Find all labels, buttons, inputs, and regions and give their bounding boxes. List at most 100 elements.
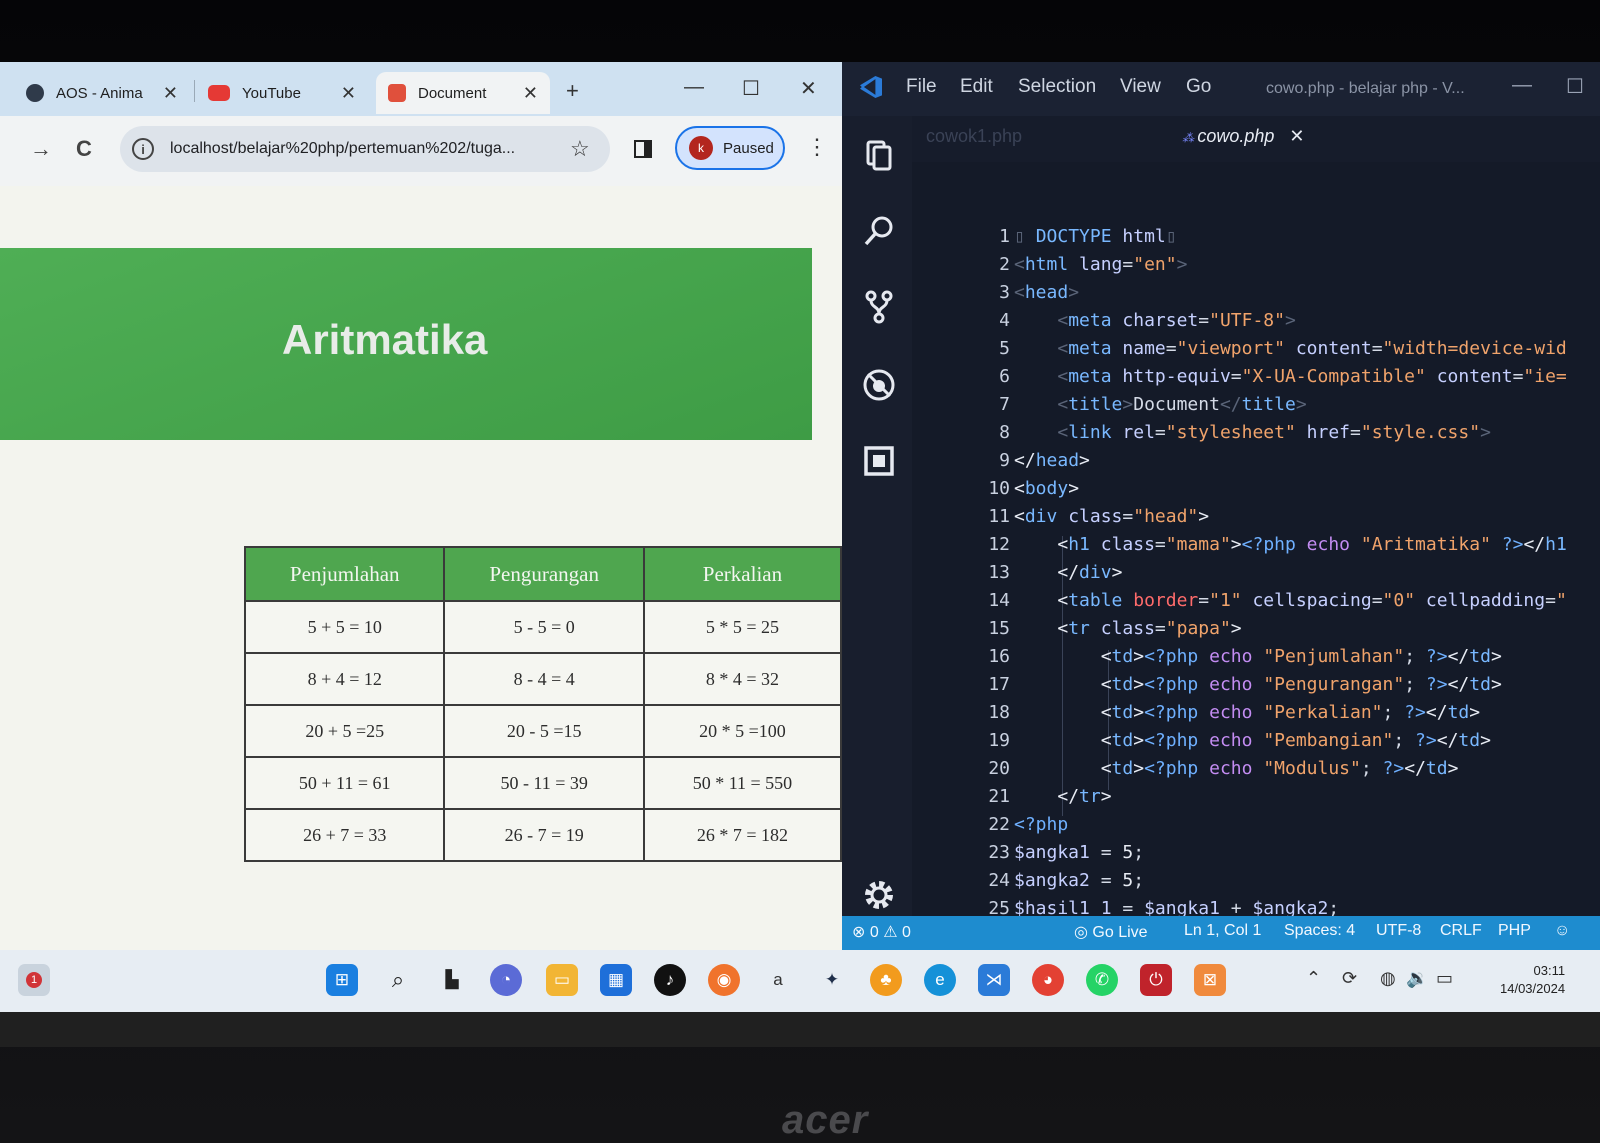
bookmark-star-icon[interactable]: ☆	[570, 136, 590, 162]
new-tab-button[interactable]: +	[566, 78, 579, 104]
go-live-button[interactable]: ◎ Go Live	[1074, 922, 1148, 942]
firefox-icon[interactable]: ◉	[708, 964, 740, 996]
line-number: 4	[999, 310, 1010, 331]
table-cell: 8 * 4 = 32	[642, 652, 842, 706]
table-row: 5 + 5 = 10 5 - 5 = 0 5 * 5 = 25	[243, 600, 842, 654]
tab-aos-anima[interactable]: AOS - Anima ✕	[14, 72, 190, 114]
close-icon[interactable]: ✕	[523, 83, 538, 104]
table-row: 50 + 11 = 61 50 - 11 = 39 50 * 11 = 550	[243, 756, 842, 810]
extensions-icon[interactable]	[862, 444, 896, 478]
battery-icon[interactable]: ▭	[1436, 968, 1453, 989]
editor-tab-cowo[interactable]: ⁂ cowo.php ✕	[1182, 126, 1305, 147]
dropbox-icon[interactable]: ✦	[816, 964, 848, 996]
show-hidden-icons[interactable]: ⌃	[1306, 968, 1321, 989]
line-number: 24	[988, 870, 1010, 891]
language-mode[interactable]: PHP	[1498, 922, 1531, 940]
explorer-icon[interactable]	[862, 138, 896, 172]
settings-gear-icon[interactable]	[862, 878, 896, 912]
browser-menu-button[interactable]: ⋮	[806, 134, 828, 160]
php-file-icon: ⁂	[1182, 131, 1198, 145]
indentation-setting[interactable]: Spaces: 4	[1284, 922, 1355, 940]
browser-window: AOS - Anima ✕ YouTube ✕ Document ✕ + — ☐…	[0, 62, 842, 982]
url-text[interactable]: localhost/belajar%20php/pertemuan%202/tu…	[170, 140, 562, 158]
cursor-position[interactable]: Ln 1, Col 1	[1184, 922, 1261, 940]
maximize-button[interactable]: ☐	[742, 76, 760, 101]
menu-file[interactable]: File	[906, 76, 937, 98]
address-bar[interactable]: i localhost/belajar%20php/pertemuan%202/…	[120, 126, 610, 172]
tiktok-icon[interactable]: ♪	[654, 964, 686, 996]
task-view-icon[interactable]: ▙	[436, 964, 468, 996]
problems-indicator[interactable]: ⊗ 0 ⚠ 0	[852, 922, 911, 942]
menu-go[interactable]: Go	[1186, 76, 1211, 98]
minimize-button[interactable]: —	[684, 76, 704, 99]
profile-avatar: k	[689, 136, 713, 160]
close-window-button[interactable]: ✕	[800, 76, 817, 101]
vscode-minimize-button[interactable]: —	[1512, 74, 1532, 97]
youtube-favicon-icon	[208, 85, 230, 101]
table-cell: 50 - 11 = 39	[443, 756, 645, 810]
aos-favicon-icon	[26, 84, 44, 102]
app-orange-icon[interactable]: ♣	[870, 964, 902, 996]
amazon-icon[interactable]: a	[762, 964, 794, 996]
side-panel-icon[interactable]	[634, 140, 652, 158]
close-icon[interactable]: ✕	[341, 83, 356, 104]
photo-of-laptop-screen: AOS - Anima ✕ YouTube ✕ Document ✕ + — ☐…	[0, 0, 1600, 1143]
broadcast-icon: ◎	[1074, 924, 1093, 941]
edge-icon[interactable]: e	[924, 964, 956, 996]
menu-selection[interactable]: Selection	[1018, 76, 1096, 98]
line-number: 18	[988, 702, 1010, 723]
tab-document[interactable]: Document ✕	[376, 72, 550, 114]
power-app-icon[interactable]: ⏻	[1140, 964, 1172, 996]
speaker-icon[interactable]: 🔉	[1406, 968, 1428, 989]
vscode-maximize-button[interactable]: ☐	[1566, 74, 1584, 99]
notification-badge: 1	[26, 972, 42, 988]
line-number: 1	[999, 226, 1010, 247]
feedback-icon[interactable]: ☺	[1554, 922, 1570, 940]
close-icon[interactable]: ✕	[163, 83, 178, 104]
profile-paused-button[interactable]: k Paused	[675, 126, 785, 170]
source-control-icon[interactable]	[862, 290, 896, 324]
line-number: 22	[988, 814, 1010, 835]
microsoft-store-icon[interactable]: ▦	[600, 964, 632, 996]
chrome-icon[interactable]: ◕	[1032, 964, 1064, 996]
tab-label: AOS - Anima	[56, 84, 143, 102]
table-cell: 20 + 5 =25	[243, 704, 446, 758]
browser-tab-strip: AOS - Anima ✕ YouTube ✕ Document ✕ + — ☐…	[0, 62, 842, 116]
table-header-cell: Pengurangan	[443, 546, 645, 602]
line-number: 13	[988, 562, 1010, 583]
run-debug-icon[interactable]	[862, 368, 896, 402]
chat-icon[interactable]: ◔	[490, 964, 522, 996]
forward-button[interactable]: →	[30, 136, 52, 162]
sync-icon[interactable]: ⟳	[1342, 968, 1357, 989]
editor-tab-cowok1[interactable]: cowok1.php	[926, 126, 1022, 147]
line-number: 17	[988, 674, 1010, 695]
menu-edit[interactable]: Edit	[960, 76, 993, 98]
line-number-gutter: 1 2 3 4 5 6 7 8 9 10 11 12 13 14 15 16 1…	[912, 162, 1010, 919]
table-row: 20 + 5 =25 20 - 5 =15 20 * 5 =100	[243, 704, 842, 758]
clock-time: 03:11	[1533, 963, 1566, 978]
table-cell: 26 * 7 = 182	[642, 808, 842, 862]
editor-tab-label: cowo.php	[1197, 126, 1275, 146]
menu-view[interactable]: View	[1120, 76, 1161, 98]
line-ending-setting[interactable]: CRLF	[1440, 922, 1482, 940]
whatsapp-icon[interactable]: ✆	[1086, 964, 1118, 996]
start-button-icon[interactable]: ⊞	[326, 964, 358, 996]
encoding-setting[interactable]: UTF-8	[1376, 922, 1421, 940]
line-number: 14	[988, 590, 1010, 611]
close-icon[interactable]: ✕	[1289, 126, 1304, 146]
system-clock[interactable]: 03:11 14/03/2024	[1500, 962, 1565, 998]
language-globe-icon[interactable]: ◍	[1380, 968, 1396, 989]
reload-button[interactable]: C	[76, 136, 92, 162]
search-icon[interactable]: ⌕	[382, 964, 414, 996]
tab-youtube[interactable]: YouTube ✕	[196, 72, 368, 114]
code-editor[interactable]: 1 2 3 4 5 6 7 8 9 10 11 12 13 14 15 16 1…	[912, 162, 1600, 919]
search-icon[interactable]	[862, 214, 896, 248]
table-header-cell: Perkalian	[642, 546, 842, 602]
vscode-taskbar-icon[interactable]: ⋊	[978, 964, 1010, 996]
site-info-icon[interactable]: i	[132, 138, 154, 160]
file-explorer-icon[interactable]: ▭	[546, 964, 578, 996]
xampp-icon[interactable]: ⊠	[1194, 964, 1226, 996]
weather-widget-icon[interactable]: 1	[18, 964, 50, 996]
line-number: 21	[988, 786, 1010, 807]
table-cell: 50 + 11 = 61	[243, 756, 446, 810]
